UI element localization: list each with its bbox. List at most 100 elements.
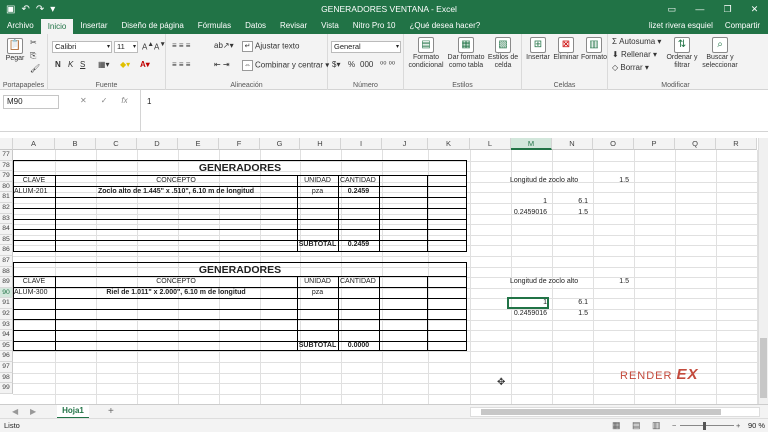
block2-header-concepto[interactable]: CONCEPTO xyxy=(55,277,297,287)
block2-title[interactable]: GENERADORES xyxy=(13,263,467,277)
tell-me-search[interactable]: ¿Qué desea hacer? xyxy=(402,18,487,34)
row-header-92[interactable]: 92 xyxy=(0,309,13,320)
vertical-scrollbar[interactable] xyxy=(758,138,768,404)
underline-button[interactable]: S xyxy=(80,60,85,69)
fill-button[interactable]: ⬇ Rellenar ▾ xyxy=(612,50,657,59)
delete-cells-button[interactable]: ⊠ Eliminar xyxy=(552,37,580,62)
font-color-icon[interactable]: A▾ xyxy=(140,60,150,69)
maximize-icon[interactable]: ❐ xyxy=(724,4,732,15)
row-header-78[interactable]: 78 xyxy=(0,160,13,172)
tab-inicio[interactable]: Inicio xyxy=(40,19,74,34)
select-all-corner[interactable] xyxy=(0,138,13,150)
tab-datos[interactable]: Datos xyxy=(238,18,273,34)
font-name-select[interactable]: Calibri ▾ xyxy=(52,41,112,53)
cell-styles-button[interactable]: ▧ Estilos de celda xyxy=(486,37,520,70)
column-header-o[interactable]: O xyxy=(593,138,634,150)
block1-title[interactable]: GENERADORES xyxy=(13,161,467,175)
column-header-p[interactable]: P xyxy=(634,138,675,150)
row-header-90[interactable]: 90 xyxy=(0,287,13,299)
format-painter-icon[interactable]: 🖌 xyxy=(30,64,40,73)
row-header-82[interactable]: 82 xyxy=(0,203,13,214)
block1-subtotal-label[interactable]: SUBTOTAL xyxy=(297,240,338,250)
row-header-99[interactable]: 99 xyxy=(0,383,13,394)
zoom-level[interactable]: 90 % xyxy=(748,419,765,432)
formula-input[interactable]: 1 xyxy=(140,90,768,132)
side1-o79[interactable]: 1.5 xyxy=(590,176,629,186)
block1-header-clave[interactable]: CLAVE xyxy=(13,176,55,186)
side2-o88[interactable]: 1.5 xyxy=(590,277,629,287)
row-header-81[interactable]: 81 xyxy=(0,192,13,203)
row-header-89[interactable]: 89 xyxy=(0,277,13,288)
side2-m90[interactable]: 1 xyxy=(508,298,547,308)
row-header-96[interactable]: 96 xyxy=(0,351,13,362)
font-size-select[interactable]: 11 ▾ xyxy=(114,41,138,53)
shrink-font-icon[interactable]: A▼ xyxy=(154,41,166,52)
format-cells-button[interactable]: ▥ Formato xyxy=(580,37,608,62)
zoom-in-icon[interactable]: + xyxy=(736,419,740,432)
row-header-94[interactable]: 94 xyxy=(0,330,13,341)
enter-icon[interactable]: ✓ xyxy=(101,96,108,105)
align-left-icon[interactable]: ≡ ≡ ≡ xyxy=(172,60,190,69)
block1-cantidad[interactable]: 0.2459 xyxy=(338,187,379,197)
minimize-icon[interactable]: — xyxy=(695,4,704,15)
column-header-c[interactable]: C xyxy=(96,138,137,150)
indent-icon[interactable]: ⇤ ⇥ xyxy=(214,60,230,69)
block2-subtotal[interactable]: 0.0000 xyxy=(338,341,379,351)
column-header-f[interactable]: F xyxy=(219,138,260,150)
ribbon-options-icon[interactable]: ▭ xyxy=(668,4,677,15)
tab-insertar[interactable]: Insertar xyxy=(73,18,114,34)
side1-m81[interactable]: 1 xyxy=(508,197,547,207)
column-header-h[interactable]: H xyxy=(300,138,341,150)
tab-vista[interactable]: Vista xyxy=(314,18,346,34)
format-table-button[interactable]: ▦ Dar formato como tabla xyxy=(446,37,486,70)
side2-n91[interactable]: 1.5 xyxy=(549,309,588,319)
grow-font-icon[interactable]: A▲ xyxy=(142,41,154,52)
row-header-84[interactable]: 84 xyxy=(0,224,13,235)
block2-concepto[interactable]: Riel de 1.011" x 2.000", 6.10 m de longi… xyxy=(55,288,297,298)
horizontal-scroll-thumb[interactable] xyxy=(481,409,721,415)
customize-icon[interactable]: ▾ xyxy=(50,4,55,15)
block2-header-cantidad[interactable]: CANTIDAD xyxy=(340,277,380,287)
undo-icon[interactable]: ↶ xyxy=(21,4,29,15)
tab-diseno[interactable]: Diseño de página xyxy=(115,18,191,34)
zoom-out-icon[interactable]: − xyxy=(672,419,676,432)
insert-cells-button[interactable]: ⊞ Insertar xyxy=(524,37,552,62)
borders-icon[interactable]: ▦▾ xyxy=(98,60,110,69)
share-button[interactable]: Compartir xyxy=(725,18,760,34)
block2-unidad[interactable]: pza xyxy=(297,288,338,298)
block2-header-clave[interactable]: CLAVE xyxy=(13,277,55,287)
column-header-a[interactable]: A xyxy=(13,138,55,150)
block2-header-unidad[interactable]: UNIDAD xyxy=(297,277,338,287)
view-pagebreak-icon[interactable]: ▥ xyxy=(652,419,661,432)
cut-icon[interactable]: ✂ xyxy=(30,38,37,47)
merge-center-button[interactable]: ⇔ Combinar y centrar ▾ xyxy=(242,60,329,71)
side2-m91[interactable]: 0.2459016 xyxy=(508,309,547,319)
row-header-80[interactable]: 80 xyxy=(0,181,13,193)
column-header-q[interactable]: Q xyxy=(675,138,716,150)
thousands-button[interactable]: 000 xyxy=(360,60,373,69)
find-select-button[interactable]: ⌕ Buscar y seleccionar xyxy=(700,37,740,70)
column-header-r[interactable]: R xyxy=(716,138,757,150)
row-header-91[interactable]: 91 xyxy=(0,298,13,309)
row-header-83[interactable]: 83 xyxy=(0,213,13,225)
row-header-87[interactable]: 87 xyxy=(0,256,13,267)
row-header-79[interactable]: 79 xyxy=(0,171,13,182)
column-header-b[interactable]: B xyxy=(55,138,96,150)
view-normal-icon[interactable]: ▦ xyxy=(612,419,621,432)
new-sheet-button[interactable]: + xyxy=(108,406,114,417)
sheet-nav-left-icon[interactable]: ◀ xyxy=(12,407,18,416)
tab-archivo[interactable]: Archivo xyxy=(0,18,41,34)
block1-clave[interactable]: ALUM-201 xyxy=(14,187,56,197)
zoom-slider[interactable] xyxy=(680,425,734,426)
column-header-n[interactable]: N xyxy=(552,138,593,150)
block1-concepto[interactable]: Zoclo alto de 1.445" x .510", 6.10 m de … xyxy=(55,187,297,197)
block1-header-unidad[interactable]: UNIDAD xyxy=(297,176,338,186)
clear-button[interactable]: ◇ Borrar ▾ xyxy=(612,63,649,72)
row-header-97[interactable]: 97 xyxy=(0,362,13,373)
vertical-scroll-thumb[interactable] xyxy=(760,338,767,398)
column-header-i[interactable]: I xyxy=(341,138,382,150)
italic-button[interactable]: K xyxy=(68,60,73,69)
row-header-86[interactable]: 86 xyxy=(0,245,13,256)
row-header-88[interactable]: 88 xyxy=(0,266,13,278)
block1-header-cantidad[interactable]: CANTIDAD xyxy=(340,176,380,186)
